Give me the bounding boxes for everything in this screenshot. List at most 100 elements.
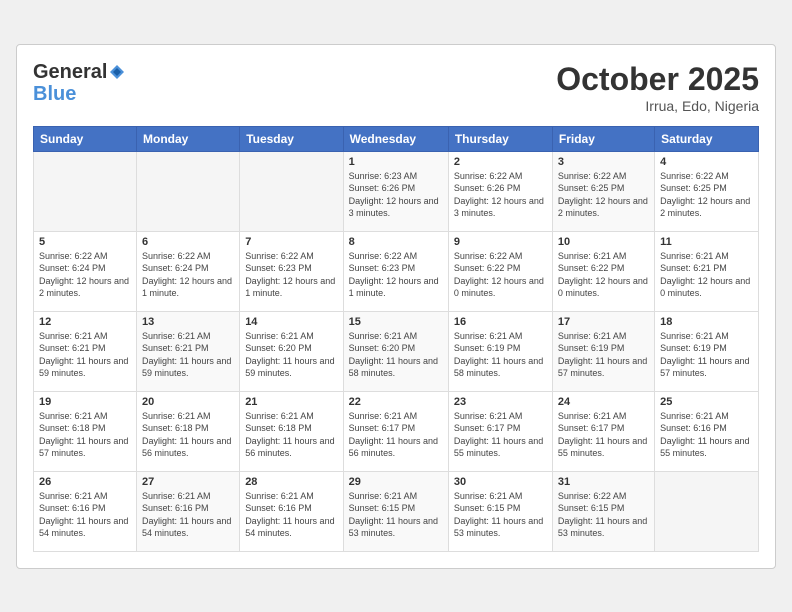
day-number: 14: [245, 316, 337, 328]
day-info: Sunrise: 6:21 AMSunset: 6:16 PMDaylight:…: [142, 490, 234, 540]
logo-general: General: [33, 61, 107, 83]
day-info: Sunrise: 6:21 AMSunset: 6:19 PMDaylight:…: [558, 330, 649, 380]
day-number: 10: [558, 236, 649, 248]
day-number: 25: [660, 396, 753, 408]
day-info: Sunrise: 6:22 AMSunset: 6:26 PMDaylight:…: [454, 170, 547, 220]
day-number: 5: [39, 236, 131, 248]
calendar-cell: 14 Sunrise: 6:21 AMSunset: 6:20 PMDayligh…: [240, 311, 343, 391]
day-info: Sunrise: 6:21 AMSunset: 6:17 PMDaylight:…: [349, 410, 443, 460]
day-info: Sunrise: 6:21 AMSunset: 6:15 PMDaylight:…: [454, 490, 547, 540]
weekday-header-row: SundayMondayTuesdayWednesdayThursdayFrid…: [34, 126, 759, 151]
calendar-table: SundayMondayTuesdayWednesdayThursdayFrid…: [33, 126, 759, 552]
day-number: 24: [558, 396, 649, 408]
day-info: Sunrise: 6:22 AMSunset: 6:24 PMDaylight:…: [142, 250, 234, 300]
day-info: Sunrise: 6:21 AMSunset: 6:19 PMDaylight:…: [454, 330, 547, 380]
day-info: Sunrise: 6:21 AMSunset: 6:17 PMDaylight:…: [454, 410, 547, 460]
calendar-cell: [655, 471, 759, 551]
calendar-cell: 17 Sunrise: 6:21 AMSunset: 6:19 PMDayligh…: [552, 311, 654, 391]
calendar-cell: 9 Sunrise: 6:22 AMSunset: 6:22 PMDaylight…: [448, 231, 552, 311]
calendar-cell: 3 Sunrise: 6:22 AMSunset: 6:25 PMDaylight…: [552, 151, 654, 231]
calendar-container: General Blue October 2025 Irrua, Edo, Ni…: [16, 44, 776, 569]
calendar-header: General Blue October 2025 Irrua, Edo, Ni…: [33, 61, 759, 114]
calendar-cell: 21 Sunrise: 6:21 AMSunset: 6:18 PMDayligh…: [240, 391, 343, 471]
calendar-cell: 29 Sunrise: 6:21 AMSunset: 6:15 PMDayligh…: [343, 471, 448, 551]
weekday-header: Saturday: [655, 126, 759, 151]
weekday-header: Monday: [137, 126, 240, 151]
day-number: 27: [142, 476, 234, 488]
logo: General Blue: [33, 61, 127, 105]
day-number: 18: [660, 316, 753, 328]
calendar-cell: 27 Sunrise: 6:21 AMSunset: 6:16 PMDayligh…: [137, 471, 240, 551]
day-number: 28: [245, 476, 337, 488]
calendar-cell: 25 Sunrise: 6:21 AMSunset: 6:16 PMDayligh…: [655, 391, 759, 471]
calendar-cell: 28 Sunrise: 6:21 AMSunset: 6:16 PMDayligh…: [240, 471, 343, 551]
day-info: Sunrise: 6:22 AMSunset: 6:23 PMDaylight:…: [349, 250, 443, 300]
day-info: Sunrise: 6:21 AMSunset: 6:21 PMDaylight:…: [39, 330, 131, 380]
day-number: 3: [558, 156, 649, 168]
day-info: Sunrise: 6:23 AMSunset: 6:26 PMDaylight:…: [349, 170, 443, 220]
calendar-week-row: 19 Sunrise: 6:21 AMSunset: 6:18 PMDayligh…: [34, 391, 759, 471]
day-number: 17: [558, 316, 649, 328]
title-block: October 2025 Irrua, Edo, Nigeria: [556, 61, 759, 114]
calendar-cell: 24 Sunrise: 6:21 AMSunset: 6:17 PMDayligh…: [552, 391, 654, 471]
calendar-cell: 23Sunrise: 6:21 AMSunset: 6:17 PMDayligh…: [448, 391, 552, 471]
calendar-week-row: 26 Sunrise: 6:21 AMSunset: 6:16 PMDayligh…: [34, 471, 759, 551]
calendar-cell: 7 Sunrise: 6:22 AMSunset: 6:23 PMDaylight…: [240, 231, 343, 311]
calendar-week-row: 5 Sunrise: 6:22 AMSunset: 6:24 PMDaylight…: [34, 231, 759, 311]
logo-text: General Blue: [33, 61, 127, 105]
day-info: Sunrise: 6:22 AMSunset: 6:22 PMDaylight:…: [454, 250, 547, 300]
calendar-tbody: 1Sunrise: 6:23 AMSunset: 6:26 PMDaylight…: [34, 151, 759, 551]
calendar-week-row: 12 Sunrise: 6:21 AMSunset: 6:21 PMDayligh…: [34, 311, 759, 391]
day-info: Sunrise: 6:21 AMSunset: 6:16 PMDaylight:…: [660, 410, 753, 460]
day-info: Sunrise: 6:21 AMSunset: 6:21 PMDaylight:…: [660, 250, 753, 300]
calendar-cell: 26 Sunrise: 6:21 AMSunset: 6:16 PMDayligh…: [34, 471, 137, 551]
weekday-header: Thursday: [448, 126, 552, 151]
calendar-cell: [34, 151, 137, 231]
logo-icon: [108, 63, 126, 81]
day-number: 9: [454, 236, 547, 248]
day-info: Sunrise: 6:21 AMSunset: 6:16 PMDaylight:…: [245, 490, 337, 540]
calendar-cell: 6Sunrise: 6:22 AMSunset: 6:24 PMDaylight…: [137, 231, 240, 311]
day-info: Sunrise: 6:22 AMSunset: 6:25 PMDaylight:…: [558, 170, 649, 220]
day-info: Sunrise: 6:21 AMSunset: 6:18 PMDaylight:…: [39, 410, 131, 460]
day-info: Sunrise: 6:21 AMSunset: 6:16 PMDaylight:…: [39, 490, 131, 540]
calendar-cell: 31 Sunrise: 6:22 AMSunset: 6:15 PMDayligh…: [552, 471, 654, 551]
calendar-cell: 13Sunrise: 6:21 AMSunset: 6:21 PMDayligh…: [137, 311, 240, 391]
weekday-header: Friday: [552, 126, 654, 151]
day-number: 7: [245, 236, 337, 248]
day-number: 13: [142, 316, 234, 328]
day-number: 19: [39, 396, 131, 408]
calendar-cell: [240, 151, 343, 231]
day-info: Sunrise: 6:22 AMSunset: 6:15 PMDaylight:…: [558, 490, 649, 540]
calendar-cell: 16Sunrise: 6:21 AMSunset: 6:19 PMDayligh…: [448, 311, 552, 391]
day-number: 26: [39, 476, 131, 488]
day-number: 31: [558, 476, 649, 488]
day-info: Sunrise: 6:21 AMSunset: 6:22 PMDaylight:…: [558, 250, 649, 300]
day-number: 21: [245, 396, 337, 408]
day-info: Sunrise: 6:21 AMSunset: 6:20 PMDaylight:…: [349, 330, 443, 380]
calendar-cell: 11 Sunrise: 6:21 AMSunset: 6:21 PMDayligh…: [655, 231, 759, 311]
month-title: October 2025: [556, 61, 759, 98]
day-number: 22: [349, 396, 443, 408]
day-number: 2: [454, 156, 547, 168]
calendar-cell: 15Sunrise: 6:21 AMSunset: 6:20 PMDayligh…: [343, 311, 448, 391]
day-info: Sunrise: 6:22 AMSunset: 6:25 PMDaylight:…: [660, 170, 753, 220]
day-info: Sunrise: 6:21 AMSunset: 6:20 PMDaylight:…: [245, 330, 337, 380]
day-info: Sunrise: 6:21 AMSunset: 6:18 PMDaylight:…: [245, 410, 337, 460]
day-info: Sunrise: 6:21 AMSunset: 6:17 PMDaylight:…: [558, 410, 649, 460]
day-number: 12: [39, 316, 131, 328]
weekday-header: Tuesday: [240, 126, 343, 151]
calendar-cell: 18Sunrise: 6:21 AMSunset: 6:19 PMDayligh…: [655, 311, 759, 391]
calendar-cell: 8Sunrise: 6:22 AMSunset: 6:23 PMDaylight…: [343, 231, 448, 311]
calendar-cell: 4Sunrise: 6:22 AMSunset: 6:25 PMDaylight…: [655, 151, 759, 231]
weekday-header: Wednesday: [343, 126, 448, 151]
calendar-cell: 30Sunrise: 6:21 AMSunset: 6:15 PMDayligh…: [448, 471, 552, 551]
logo-blue: Blue: [33, 83, 76, 105]
day-number: 29: [349, 476, 443, 488]
day-number: 11: [660, 236, 753, 248]
day-info: Sunrise: 6:21 AMSunset: 6:15 PMDaylight:…: [349, 490, 443, 540]
calendar-week-row: 1Sunrise: 6:23 AMSunset: 6:26 PMDaylight…: [34, 151, 759, 231]
day-info: Sunrise: 6:22 AMSunset: 6:23 PMDaylight:…: [245, 250, 337, 300]
calendar-cell: 5Sunrise: 6:22 AMSunset: 6:24 PMDaylight…: [34, 231, 137, 311]
calendar-cell: 1Sunrise: 6:23 AMSunset: 6:26 PMDaylight…: [343, 151, 448, 231]
